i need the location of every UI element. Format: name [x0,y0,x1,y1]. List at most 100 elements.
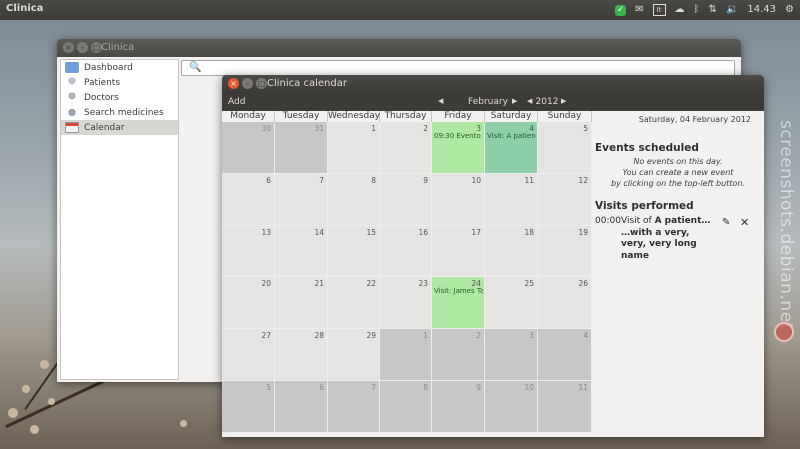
calendar-day-cell[interactable]: 17 [432,225,485,278]
calendar-window-titlebar[interactable]: × – □ Clinica calendar [222,75,764,93]
next-month-icon[interactable]: ▶ [512,97,517,105]
sidebar-item-patients[interactable]: Patients [61,75,178,90]
mail-icon[interactable]: ✉ [635,0,643,20]
calendar-day-cell[interactable]: 11 [538,381,592,433]
minimize-icon[interactable]: – [77,42,88,53]
update-check-icon[interactable]: ✓ [615,4,627,16]
calendar-day-cell[interactable]: 28 [275,329,328,381]
calendar-day-cell[interactable]: 11 [485,173,538,226]
calendar-day-cell[interactable]: 4 [538,329,592,381]
next-year-icon[interactable]: ▶ [561,97,566,105]
day-header-thursday: Thursday [380,111,432,122]
calendar-day-cell[interactable]: 21 [275,277,328,330]
day-number: 10 [471,175,481,185]
calendar-day-cell[interactable]: 5 [222,381,275,433]
main-window-title: Clinica [101,42,135,53]
calendar-day-cell[interactable]: 16 [380,225,432,278]
sidebar-item-label: Search medicines [84,107,164,118]
calendar-day-cell[interactable]: 26 [538,277,592,330]
sidebar-item-calendar[interactable]: Calendar [61,120,178,135]
calendar-day-cell[interactable]: 23 [380,277,432,330]
calendar-day-cell[interactable]: 3 [485,329,538,381]
calendar-day-cell[interactable]: 18 [485,225,538,278]
clock[interactable]: 14.43 [747,0,776,20]
sidebar-item-search-medicines[interactable]: Search medicines [61,105,178,120]
calendar-day-cell[interactable]: 5 [538,122,592,174]
calendar-day-cell[interactable]: 1 [328,122,380,174]
calendar-day-cell[interactable]: 7 [328,381,380,433]
calendar-event[interactable]: 09:30 Evento cor [434,132,483,140]
month-grid: Monday Tuesday Wednesday Thursday Friday Satu… [222,111,592,437]
calendar-day-cell[interactable]: 1 [380,329,432,381]
day-number: 14 [314,227,324,237]
day-number: 11 [578,383,588,392]
day-number: 26 [578,279,588,289]
sidebar-item-dashboard[interactable]: Dashboard [61,60,178,75]
calendar-day-cell[interactable]: 31 [275,122,328,174]
day-header-friday: Friday [432,111,485,122]
calendar-day-cell[interactable]: 12 [538,173,592,226]
calendar-day-cell[interactable]: 22 [328,277,380,330]
day-number: 19 [578,227,588,237]
calendar-day-cell[interactable]: 6 [222,173,275,226]
doctors-icon [65,92,79,103]
close-icon[interactable]: × [228,78,239,89]
search-icon: 🔍 [189,62,202,73]
network-icon[interactable]: ⇅ [709,0,717,20]
add-event-button[interactable]: Add [228,97,245,107]
maximize-icon[interactable]: □ [256,78,267,89]
day-header-tuesday: Tuesday [275,111,328,122]
close-icon[interactable]: × [63,42,74,53]
calendar-day-cell[interactable]: 10 [485,381,538,433]
sidebar-item-doctors[interactable]: Doctors [61,90,178,105]
calendar-day-cell[interactable]: 24Visit: James Tayl [432,277,485,330]
calendar-day-cell[interactable]: 6 [275,381,328,433]
calendar-day-cell[interactable]: 2 [432,329,485,381]
day-header-monday: Monday [222,111,275,122]
calendar-day-cell[interactable]: 309:30 Evento cor [432,122,485,174]
main-window-titlebar[interactable]: × – □ Clinica [57,39,741,57]
visit-description: Visit of A patient… …with a very, very, … [621,216,717,262]
calendar-day-cell[interactable]: 8 [328,173,380,226]
day-number: 3 [529,331,534,341]
calendar-day-cell[interactable]: 20 [222,277,275,330]
calendar-day-cell[interactable]: 10 [432,173,485,226]
edit-icon[interactable]: ✎ [722,217,730,228]
calendar-day-cell[interactable]: 15 [328,225,380,278]
calendar-day-cell[interactable]: 9 [432,381,485,433]
calendar-day-cell[interactable]: 9 [380,173,432,226]
calendar-event[interactable]: Visit: James Tayl [434,287,483,295]
calendar-day-cell[interactable]: 19 [538,225,592,278]
calendar-day-cell[interactable]: 2 [380,122,432,174]
delete-icon[interactable]: ✕ [740,216,749,229]
calendar-day-cell[interactable]: 27 [222,329,275,381]
day-number: 7 [371,383,376,392]
minimize-icon[interactable]: – [242,78,253,89]
visit-prefix: Visit of [621,216,655,226]
calendar-window-title: Clinica calendar [267,78,347,89]
calendar-day-cell[interactable]: 4Visit: A patient… [485,122,538,174]
calendar-day-cell[interactable]: 30 [222,122,275,174]
calendar-event[interactable]: Visit: A patient… [487,132,536,140]
gear-icon[interactable]: ⚙ [785,0,794,20]
day-number: 10 [524,383,534,392]
calendar-day-cell[interactable]: 14 [275,225,328,278]
volume-icon[interactable]: 🔉 [726,0,738,20]
sidebar-item-label: Doctors [84,92,119,103]
visits-heading: Visits performed [595,200,694,212]
events-heading: Events scheduled [595,142,699,154]
bluetooth-icon[interactable]: ᛒ [694,0,700,20]
calendar-day-cell[interactable]: 8 [380,381,432,433]
day-number: 2 [423,124,428,133]
calendar-day-cell[interactable]: 13 [222,225,275,278]
search-input[interactable] [204,61,724,75]
calendar-day-cell[interactable]: 7 [275,173,328,226]
search-bar: 🔍 [181,60,735,76]
prev-month-icon[interactable]: ◀ [438,97,443,105]
cloud-icon[interactable]: ☁ [675,0,685,20]
calendar-day-cell[interactable]: 25 [485,277,538,330]
keyboard-layout-indicator[interactable]: It [652,4,666,16]
day-detail-panel: Saturday, 04 February 2012 Events schedu… [592,111,764,437]
day-number: 1 [371,124,376,133]
calendar-day-cell[interactable]: 29 [328,329,380,381]
